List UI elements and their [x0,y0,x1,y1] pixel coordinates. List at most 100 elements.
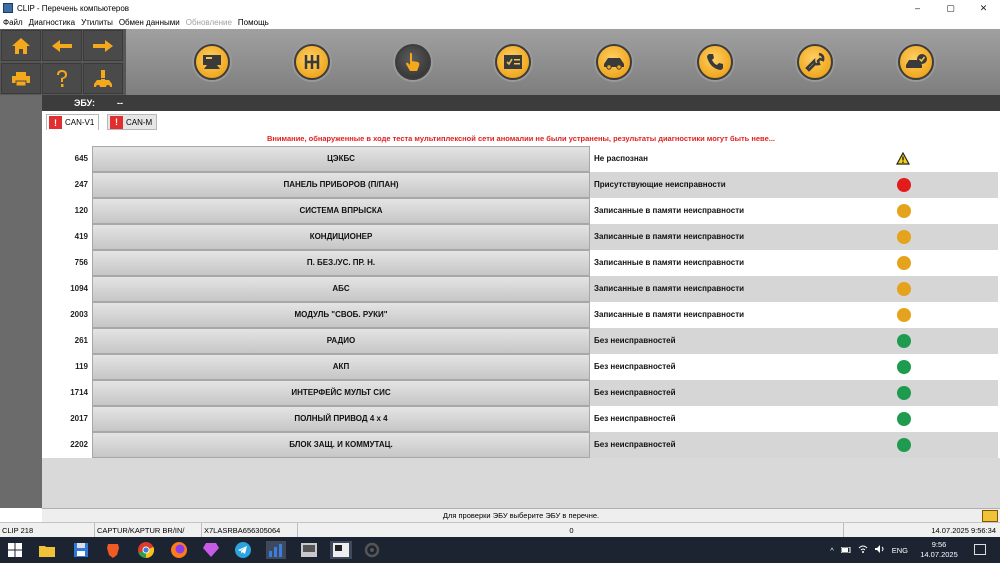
tray-expand-icon[interactable]: ^ [830,546,834,555]
title-bar: CLIP - Перечень компьютеров – ▢ ✕ [0,0,1000,16]
checklist-button[interactable] [495,44,531,80]
menu-bar: Файл Диагностика Утилиты Обмен данными О… [0,16,1000,29]
save-disk-icon[interactable] [72,541,90,559]
ecu-label: ЭБУ: [74,98,96,108]
car-warning-icon [94,69,112,89]
ecu-name-button[interactable]: КОНДИЦИОНЕР [92,224,590,250]
ecu-code: 119 [42,354,92,380]
touch-hand-button[interactable] [395,44,431,80]
table-row[interactable]: 1094 АБС Записанные в памяти неисправнос… [42,276,998,302]
arrow-left-icon [52,39,72,52]
ecu-name-button[interactable]: АКП [92,354,590,380]
chrome-browser-icon[interactable] [137,541,155,559]
navigation-grid [0,29,125,95]
menu-data-exchange[interactable]: Обмен данными [116,16,183,29]
clip-window-icon[interactable] [330,541,352,559]
ecu-header: ЭБУ: -- [42,95,1000,111]
menu-diagnostics[interactable]: Диагностика [26,16,78,29]
table-row[interactable]: 261 РАДИО Без неисправностей [42,328,998,354]
ecu-name-button[interactable]: БЛОК ЗАЩ. И КОММУТАЦ. [92,432,590,458]
ecu-name-button[interactable]: РАДИО [92,328,590,354]
ecu-name-button[interactable]: ЦЭКБС [92,146,590,172]
ecu-status: Без неисправностей [590,432,998,458]
back-button[interactable] [42,30,82,61]
phone-support-button[interactable] [697,44,733,80]
table-row[interactable]: 419 КОНДИЦИОНЕР Записанные в памяти неис… [42,224,998,250]
table-row[interactable]: 120 СИСТЕМА ВПРЫСКА Записанные в памяти … [42,198,998,224]
menu-help[interactable]: Помощь [235,16,272,29]
gearbox-button[interactable] [294,44,330,80]
ecu-status: Без неисправностей [590,380,998,406]
vehicle-identification-icon [203,55,221,69]
window-controls: – ▢ ✕ [901,0,1000,16]
battery-icon [840,546,851,555]
ecu-code: 261 [42,328,92,354]
tab-can-m[interactable]: ! CAN-M [107,114,158,130]
forward-button[interactable] [83,30,123,61]
ecu-name-button[interactable]: АБС [92,276,590,302]
ecu-code: 645 [42,146,92,172]
help-button[interactable] [42,63,82,94]
status-datetime: 14.07.2025 9:56:34 [931,526,996,535]
ecu-name-button[interactable]: ПОЛНЫЙ ПРИВОД 4 x 4 [92,406,590,432]
firefox-browser-icon[interactable] [170,541,188,559]
ecu-code: 2017 [42,406,92,432]
ecu-status: Без неисправностей [590,406,998,432]
ecu-name-button[interactable]: П. БЕЗ./УС. ПР. Н. [92,250,590,276]
ecu-code: 247 [42,172,92,198]
menu-file[interactable]: Файл [0,16,26,29]
table-row[interactable]: 247 ПАНЕЛЬ ПРИБОРОВ (П/ПАН) Присутствующ… [42,172,998,198]
file-explorer-icon[interactable] [38,541,56,559]
windows-start-icon[interactable] [6,541,24,559]
telegram-icon[interactable] [234,541,252,559]
windows-taskbar: ^ ENG 9:56 14.07.2025 [0,537,1000,563]
left-gutter [0,95,42,508]
tab-label: CAN-V1 [65,118,95,127]
table-row[interactable]: 756 П. БЕЗ./УС. ПР. Н. Записанные в памя… [42,250,998,276]
volume-icon[interactable] [874,545,885,555]
table-row[interactable]: 2202 БЛОК ЗАЩ. И КОММУТАЦ. Без неисправн… [42,432,998,458]
clip-app-icon[interactable] [300,541,318,559]
table-row[interactable]: 1714 ИНТЕРФЕЙС МУЛЬТ СИС Без неисправнос… [42,380,998,406]
language-indicator[interactable]: ENG [892,546,908,555]
table-row[interactable]: 645 ЦЭКБС Не распознан [42,146,998,172]
tab-can-v1[interactable]: ! CAN-V1 [46,114,100,130]
ecu-name-button[interactable]: ИНТЕРФЕЙС МУЛЬТ СИС [92,380,590,406]
table-row[interactable]: 2003 МОДУЛЬ "СВОБ. РУКИ" Записанные в па… [42,302,998,328]
print-button[interactable] [1,63,41,94]
vehicle-alert-button[interactable] [83,63,123,94]
table-row[interactable]: 2017 ПОЛНЫЙ ПРИВОД 4 x 4 Без неисправнос… [42,406,998,432]
ecu-list-table: 645 ЦЭКБС Не распознан 247 ПАНЕЛЬ ПРИБОР… [42,146,998,458]
chart-app-icon[interactable] [266,541,286,559]
ecu-code: 120 [42,198,92,224]
wrench-icon [805,52,825,72]
car-diagnostic-button[interactable] [596,44,632,80]
wrench-button[interactable] [797,44,833,80]
brave-browser-icon[interactable] [104,541,122,559]
vehicle-identification-button[interactable] [194,44,230,80]
ecu-status: Записанные в памяти неисправности [590,250,998,276]
car-check-button[interactable] [898,44,934,80]
status-indicator-orange [897,282,911,296]
maximize-button[interactable]: ▢ [934,0,967,16]
minimize-button[interactable]: – [901,0,934,16]
wifi-icon[interactable] [858,545,868,555]
status-indicator-green [897,386,911,400]
ecu-name-button[interactable]: МОДУЛЬ "СВОБ. РУКИ" [92,302,590,328]
home-button[interactable] [1,30,41,61]
status-bar: CLIP 218 CAPTUR/KAPTUR BR/IN/ X7LASRBA65… [0,522,1000,538]
ecu-name-button[interactable]: СИСТЕМА ВПРЫСКА [92,198,590,224]
app-gem-icon[interactable] [202,541,220,559]
phone-support-icon [707,54,723,70]
menu-utilities[interactable]: Утилиты [78,16,116,29]
hint-text: Для проверки ЭБУ выберите ЭБУ в перечне. [442,511,600,520]
table-row[interactable]: 119 АКП Без неисправностей [42,354,998,380]
taskbar-clock[interactable]: 9:56 14.07.2025 [914,540,964,560]
camera-icon[interactable] [982,510,998,522]
close-button[interactable]: ✕ [967,0,1000,16]
vin-number: X7LASRBA656305064 [202,523,298,538]
settings-gear-icon[interactable] [363,541,381,559]
ecu-name-button[interactable]: ПАНЕЛЬ ПРИБОРОВ (П/ПАН) [92,172,590,198]
toolbar [0,29,1000,95]
notification-icon[interactable] [974,544,986,555]
